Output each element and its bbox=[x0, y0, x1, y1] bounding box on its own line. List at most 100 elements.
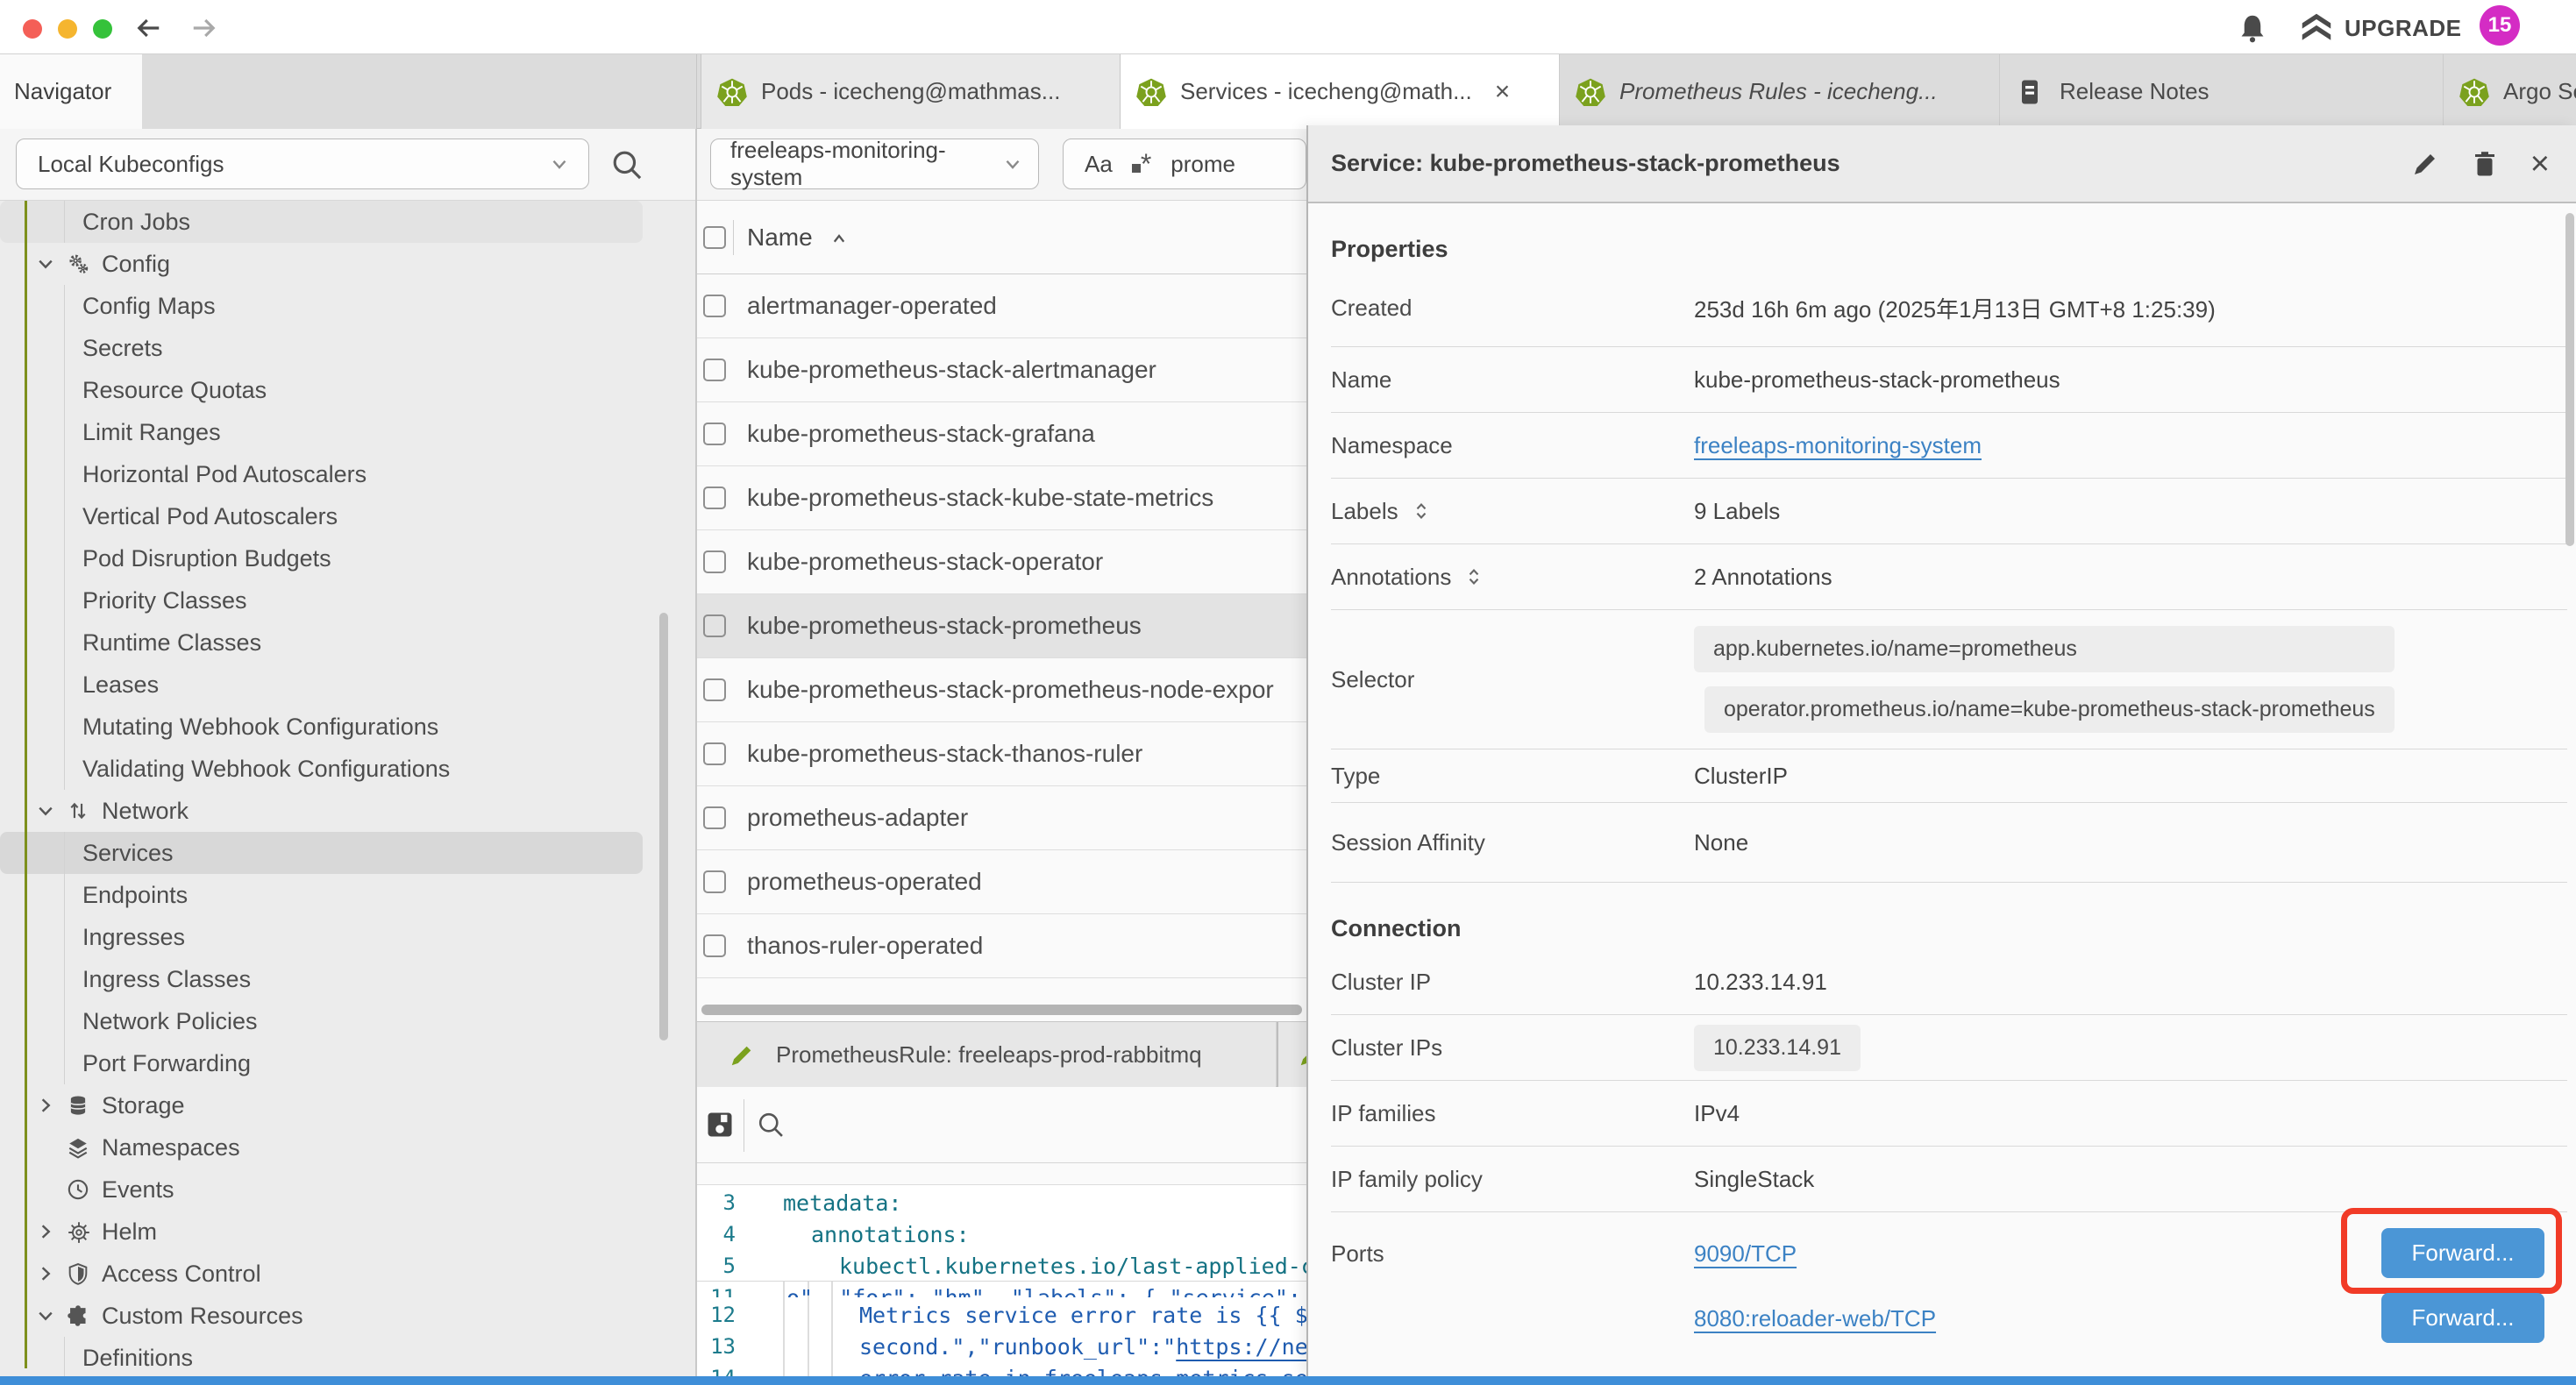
notifications-button[interactable] bbox=[2236, 11, 2269, 46]
sidebar-item-config[interactable]: Config bbox=[0, 243, 695, 285]
sidebar-item-secrets[interactable]: Secrets bbox=[0, 327, 695, 369]
sidebar-item-runtime-classes[interactable]: Runtime Classes bbox=[0, 621, 695, 664]
maximize-window-button[interactable] bbox=[93, 19, 112, 39]
document-tab-3[interactable]: Prometheus Rules - icecheng... bbox=[1559, 54, 1999, 129]
sort-updown-icon[interactable] bbox=[1463, 566, 1484, 587]
match-case-toggle[interactable]: Aa bbox=[1085, 151, 1113, 178]
row-checkbox[interactable] bbox=[703, 742, 726, 765]
row-checkbox[interactable] bbox=[703, 806, 726, 829]
table-row[interactable]: kube-prometheus-stack-operator bbox=[697, 530, 1306, 594]
upgrade-button[interactable]: UPGRADE bbox=[2299, 11, 2462, 46]
row-checkbox[interactable] bbox=[703, 423, 726, 445]
sidebar-item-priority-classes[interactable]: Priority Classes bbox=[0, 579, 695, 621]
sidebar-item-ingress-classes[interactable]: Ingress Classes bbox=[0, 958, 695, 1000]
sidebar-item-resource-quotas[interactable]: Resource Quotas bbox=[0, 369, 695, 411]
document-tab-4[interactable]: Release Notes bbox=[1999, 54, 2441, 129]
sidebar-item-storage[interactable]: Storage bbox=[0, 1084, 695, 1126]
chevron-down-icon[interactable] bbox=[35, 1305, 56, 1326]
table-row[interactable]: kube-prometheus-stack-kube-state-metrics bbox=[697, 466, 1306, 530]
table-row[interactable]: prometheus-operated bbox=[697, 850, 1306, 914]
detail-label: Cluster IP bbox=[1331, 969, 1694, 996]
delete-button[interactable] bbox=[2471, 150, 2499, 178]
notification-count-badge[interactable]: 15 bbox=[2480, 5, 2520, 46]
port-link[interactable]: 9090/TCP bbox=[1694, 1240, 1797, 1268]
sidebar-item-network[interactable]: Network bbox=[0, 790, 695, 832]
sidebar-item-namespaces[interactable]: Namespaces bbox=[0, 1126, 695, 1168]
close-window-button[interactable] bbox=[23, 19, 42, 39]
editor-tab-next[interactable] bbox=[1278, 1022, 1306, 1088]
row-checkbox[interactable] bbox=[703, 934, 726, 957]
kubeconfig-selector[interactable]: Local Kubeconfigs bbox=[16, 138, 589, 189]
sidebar-item-limit-ranges[interactable]: Limit Ranges bbox=[0, 411, 695, 453]
row-checkbox[interactable] bbox=[703, 487, 726, 509]
chevron-right-icon[interactable] bbox=[35, 1095, 56, 1116]
filter-input[interactable]: Aa * prome bbox=[1063, 138, 1306, 189]
minimize-window-button[interactable] bbox=[58, 19, 77, 39]
editor-tab-prometheusrule[interactable]: PrometheusRule: freeleaps-prod-rabbitmq bbox=[697, 1022, 1276, 1088]
sidebar-item-events[interactable]: Events bbox=[0, 1168, 695, 1211]
sidebar-item-validating-webhook-configurations[interactable]: Validating Webhook Configurations bbox=[0, 748, 695, 790]
editor-search-button[interactable] bbox=[755, 1109, 786, 1140]
tab-close-icon[interactable]: × bbox=[1495, 79, 1511, 105]
sidebar-item-cron-jobs[interactable]: Cron Jobs bbox=[0, 201, 643, 243]
sidebar-item-helm[interactable]: Helm bbox=[0, 1211, 695, 1253]
table-row[interactable]: kube-prometheus-stack-prometheus bbox=[697, 594, 1306, 658]
forward-button[interactable] bbox=[186, 11, 221, 46]
chevron-down-icon[interactable] bbox=[35, 800, 56, 821]
row-checkbox[interactable] bbox=[703, 678, 726, 701]
document-tab-1[interactable]: Pods - icecheng@mathmas... bbox=[701, 54, 1121, 129]
table-row[interactable]: prometheus-adapter bbox=[697, 786, 1306, 850]
namespace-link[interactable]: freeleaps-monitoring-system bbox=[1694, 432, 1982, 458]
table-row[interactable]: kube-prometheus-stack-prometheus-node-ex… bbox=[697, 658, 1306, 722]
code-link[interactable]: https://net bbox=[1176, 1334, 1306, 1360]
save-button[interactable] bbox=[704, 1109, 736, 1140]
sidebar-item-horizontal-pod-autoscalers[interactable]: Horizontal Pod Autoscalers bbox=[0, 453, 695, 495]
sidebar-item-pod-disruption-budgets[interactable]: Pod Disruption Budgets bbox=[0, 537, 695, 579]
forward-button[interactable]: Forward... bbox=[2381, 1293, 2544, 1343]
row-checkbox[interactable] bbox=[703, 295, 726, 317]
sidebar-item-config-maps[interactable]: Config Maps bbox=[0, 285, 695, 327]
sidebar-item-definitions[interactable]: Definitions bbox=[0, 1337, 695, 1376]
table-row[interactable]: kube-prometheus-stack-grafana bbox=[697, 402, 1306, 466]
sidebar-item-port-forwarding[interactable]: Port Forwarding bbox=[0, 1042, 695, 1084]
row-checkbox[interactable] bbox=[703, 359, 726, 381]
table-row[interactable]: alertmanager-operated bbox=[697, 274, 1306, 338]
sidebar-item-network-policies[interactable]: Network Policies bbox=[0, 1000, 695, 1042]
chevron-down-icon[interactable] bbox=[35, 253, 56, 274]
name-column-header[interactable]: Name bbox=[747, 201, 850, 274]
sidebar-item-ingresses[interactable]: Ingresses bbox=[0, 916, 695, 958]
close-icon[interactable]: × bbox=[2530, 147, 2550, 181]
navigator-panel-tab[interactable]: Navigator bbox=[0, 54, 142, 129]
edit-button[interactable] bbox=[2411, 150, 2439, 178]
document-tab-2[interactable]: Services - icecheng@math... × bbox=[1121, 54, 1559, 129]
row-checkbox[interactable] bbox=[703, 614, 726, 637]
select-all-checkbox[interactable] bbox=[703, 226, 726, 249]
chevron-right-icon[interactable] bbox=[35, 1263, 56, 1284]
sidebar-item-custom-resources[interactable]: Custom Resources bbox=[0, 1295, 695, 1337]
line-number: 12 bbox=[697, 1303, 743, 1327]
sidebar-item-services[interactable]: Services bbox=[0, 832, 643, 874]
namespace-selector[interactable]: freeleaps-monitoring-system bbox=[710, 138, 1039, 189]
regex-icon bbox=[1132, 164, 1141, 173]
sidebar-item-leases[interactable]: Leases bbox=[0, 664, 695, 706]
sidebar-item-access-control[interactable]: Access Control bbox=[0, 1253, 695, 1295]
regex-toggle[interactable]: * bbox=[1132, 148, 1151, 181]
sidebar-item-endpoints[interactable]: Endpoints bbox=[0, 874, 695, 916]
sort-updown-icon[interactable] bbox=[1411, 501, 1432, 522]
row-checkbox[interactable] bbox=[703, 870, 726, 893]
drawer-scrollbar[interactable] bbox=[2565, 213, 2574, 546]
yaml-editor[interactable]: 3 metadata: 4 annotations: 5 kubectl.kub… bbox=[697, 1185, 1306, 1376]
row-checkbox[interactable] bbox=[703, 550, 726, 573]
navigator-search-button[interactable] bbox=[608, 146, 645, 183]
back-button[interactable] bbox=[132, 11, 167, 46]
chevron-right-icon[interactable] bbox=[35, 1221, 56, 1242]
sidebar-item-mutating-webhook-configurations[interactable]: Mutating Webhook Configurations bbox=[0, 706, 695, 748]
port-link[interactable]: 8080:reloader-web/TCP bbox=[1694, 1305, 1936, 1332]
table-horizontal-scrollbar[interactable] bbox=[701, 1005, 1302, 1015]
navigator-scrollbar[interactable] bbox=[659, 613, 668, 1041]
table-row[interactable]: kube-prometheus-stack-alertmanager bbox=[697, 338, 1306, 402]
document-tab-5[interactable]: Argo Se bbox=[2443, 54, 2576, 129]
table-row[interactable]: thanos-ruler-operated bbox=[697, 914, 1306, 978]
table-row[interactable]: kube-prometheus-stack-thanos-ruler bbox=[697, 722, 1306, 786]
sidebar-item-vertical-pod-autoscalers[interactable]: Vertical Pod Autoscalers bbox=[0, 495, 695, 537]
